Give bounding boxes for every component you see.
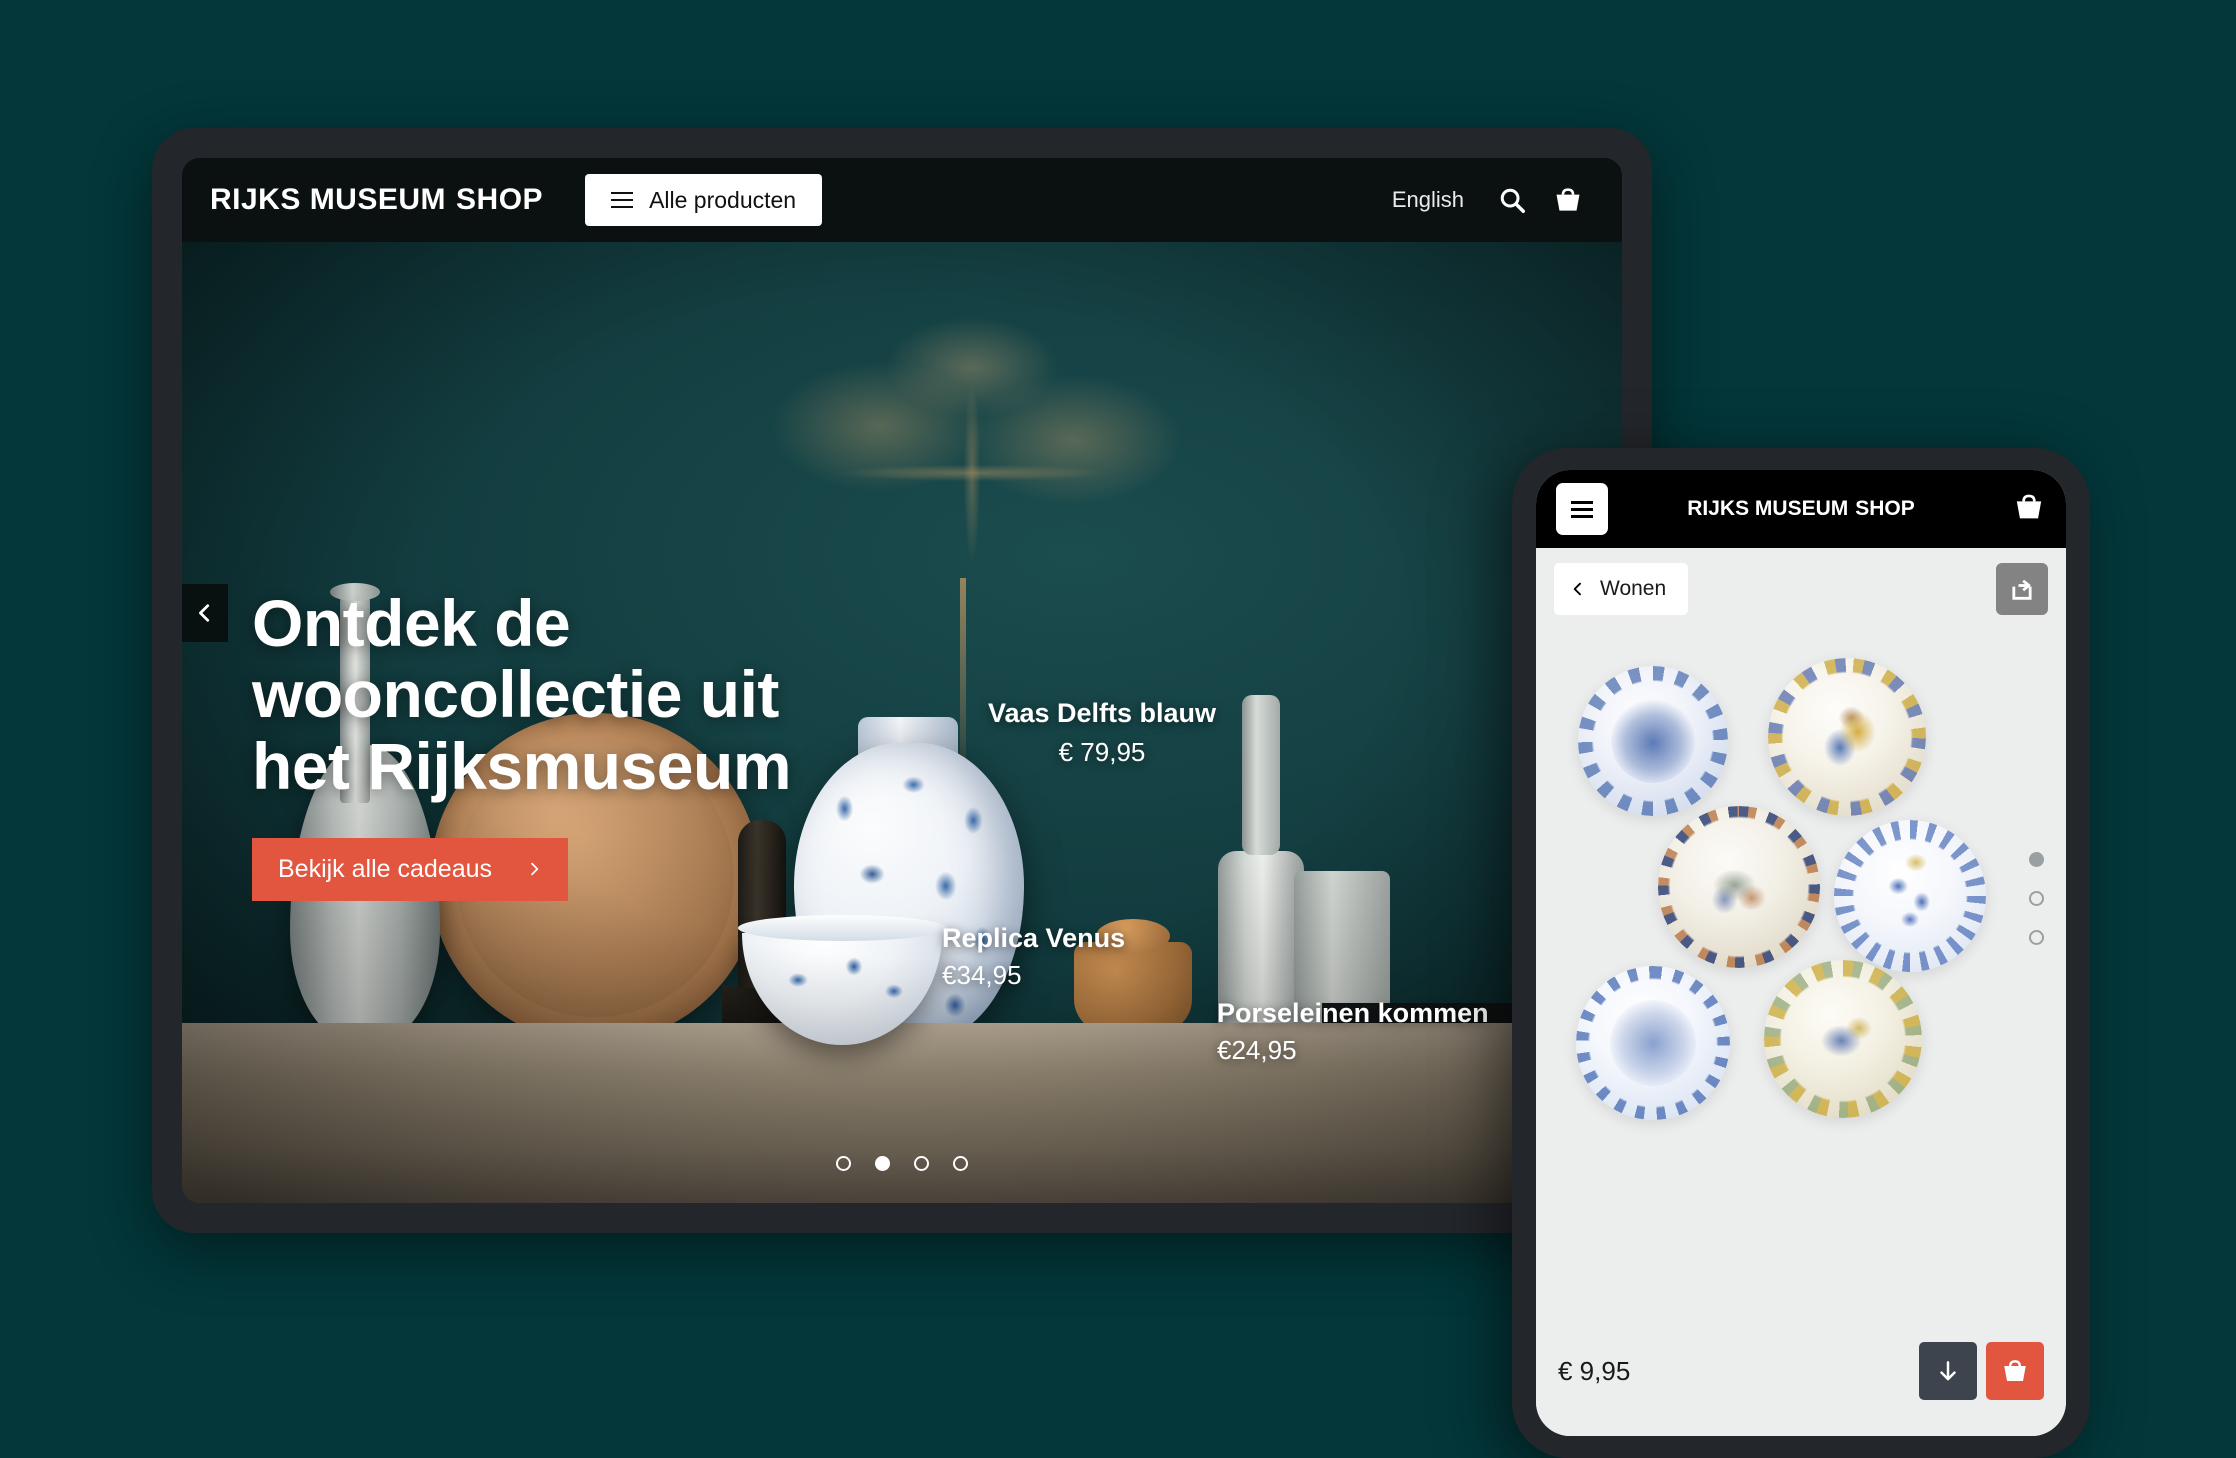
back-label: Wonen: [1600, 577, 1667, 600]
carousel-dot-4[interactable]: [953, 1156, 968, 1171]
download-button[interactable]: [1919, 1342, 1977, 1400]
product-image-gallery[interactable]: [1536, 630, 2066, 1270]
back-to-wonen-button[interactable]: Wonen: [1554, 563, 1689, 615]
phone-footer-actions: [1919, 1342, 2044, 1400]
plate-item-5[interactable]: [1576, 966, 1730, 1120]
phone-screen: RIJKS MUSEUM SHOP Wonen € 9,95: [1536, 470, 2066, 1436]
logo-rijks-museum: RIJKS MUSEUM: [210, 183, 447, 216]
site-logo[interactable]: RIJKS MUSEUM SHOP: [210, 183, 543, 217]
phone-cart-button[interactable]: [2012, 490, 2046, 529]
logo-shop: SHOP: [456, 183, 544, 216]
add-to-cart-button[interactable]: [1986, 1342, 2044, 1400]
share-button[interactable]: [1996, 563, 2048, 615]
tablet-device: RIJKS MUSEUM SHOP Alle producten English: [152, 128, 1652, 1233]
carousel-dot-2[interactable]: [875, 1156, 890, 1171]
basket-icon: [2004, 1360, 2026, 1381]
phone-menu-button[interactable]: [1556, 483, 1608, 535]
hamburger-icon: [1571, 501, 1593, 518]
product-price: €24,95: [1217, 1035, 1297, 1065]
phone-breadcrumb-bar: Wonen: [1536, 548, 2066, 630]
view-all-gifts-button[interactable]: Bekijk alle cadeaus: [252, 837, 569, 901]
tablet-header: RIJKS MUSEUM SHOP Alle producten English: [182, 158, 1622, 242]
logo-rijks-museum: RIJKS MUSEUM: [1687, 497, 1849, 520]
language-switcher[interactable]: English: [1374, 175, 1482, 225]
carousel-prev-button[interactable]: [182, 584, 228, 642]
basket-icon: [2016, 494, 2042, 518]
basket-icon: [1556, 188, 1580, 211]
product-name: Replica Venus: [942, 923, 1126, 953]
cart-button[interactable]: [1542, 174, 1594, 226]
plate-center: [1609, 999, 1697, 1087]
share-icon: [2012, 579, 2032, 600]
arrow-down-icon: [1940, 1361, 1956, 1381]
product-label-kommen[interactable]: Porseleinen kommen €24,95: [1217, 998, 1547, 1066]
chevron-left-icon: [1573, 582, 1581, 596]
tablet-screen: RIJKS MUSEUM SHOP Alle producten English: [182, 158, 1622, 1203]
plate-item-6[interactable]: [1764, 960, 1922, 1118]
search-button[interactable]: [1486, 174, 1538, 226]
product-price: € 79,95: [1058, 737, 1146, 767]
gallery-dot-2[interactable]: [2029, 891, 2044, 906]
plate-item-4[interactable]: [1834, 820, 1986, 972]
phone-product-footer: € 9,95: [1536, 1306, 2066, 1436]
plate-item-1[interactable]: [1578, 666, 1728, 816]
phone-header: RIJKS MUSEUM SHOP: [1536, 470, 2066, 548]
phone-site-logo: RIJKS MUSEUM SHOP: [1536, 497, 2066, 521]
carousel-pagination: [182, 1156, 1622, 1171]
carousel-dot-3[interactable]: [914, 1156, 929, 1171]
gallery-dot-3[interactable]: [2029, 930, 2044, 945]
chevron-right-icon: [531, 863, 539, 876]
product-price: € 9,95: [1558, 1355, 1631, 1386]
product-price: €34,95: [942, 960, 1022, 990]
product-label-vaas[interactable]: Vaas Delfts blauw € 79,95: [942, 698, 1262, 768]
gallery-pagination: [2029, 852, 2044, 945]
plate-center: [1802, 692, 1892, 782]
plate-item-2[interactable]: [1768, 658, 1926, 816]
plate-center: [1611, 699, 1695, 783]
gallery-dot-1[interactable]: [2029, 852, 2044, 867]
search-icon: [1500, 188, 1525, 213]
plate-item-3[interactable]: [1658, 806, 1820, 968]
hero-content: Ontdek de wooncollectie uit het Rijksmus…: [252, 586, 892, 901]
plate-center: [1798, 994, 1888, 1084]
hamburger-icon: [611, 192, 634, 209]
page-background: RIJKS MUSEUM SHOP Alle producten English: [0, 0, 2236, 1458]
chevron-left-icon: [199, 604, 210, 622]
cta-label: Bekijk alle cadeaus: [278, 854, 493, 883]
all-products-label: Alle producten: [649, 186, 797, 213]
product-label-venus[interactable]: Replica Venus €34,95: [942, 923, 1202, 991]
product-name: Vaas Delfts blauw: [987, 698, 1217, 728]
all-products-button[interactable]: Alle producten: [585, 174, 823, 226]
phone-device: RIJKS MUSEUM SHOP Wonen € 9,95: [1512, 448, 2090, 1458]
carousel-dot-1[interactable]: [836, 1156, 851, 1171]
hero-title: Ontdek de wooncollectie uit het Rijksmus…: [252, 586, 792, 803]
plate-center: [1693, 841, 1785, 933]
plate-center: [1861, 847, 1959, 945]
product-name: Porseleinen kommen: [1217, 998, 1489, 1028]
tablet-header-actions: English: [1374, 174, 1594, 226]
logo-shop: SHOP: [1855, 497, 1915, 520]
